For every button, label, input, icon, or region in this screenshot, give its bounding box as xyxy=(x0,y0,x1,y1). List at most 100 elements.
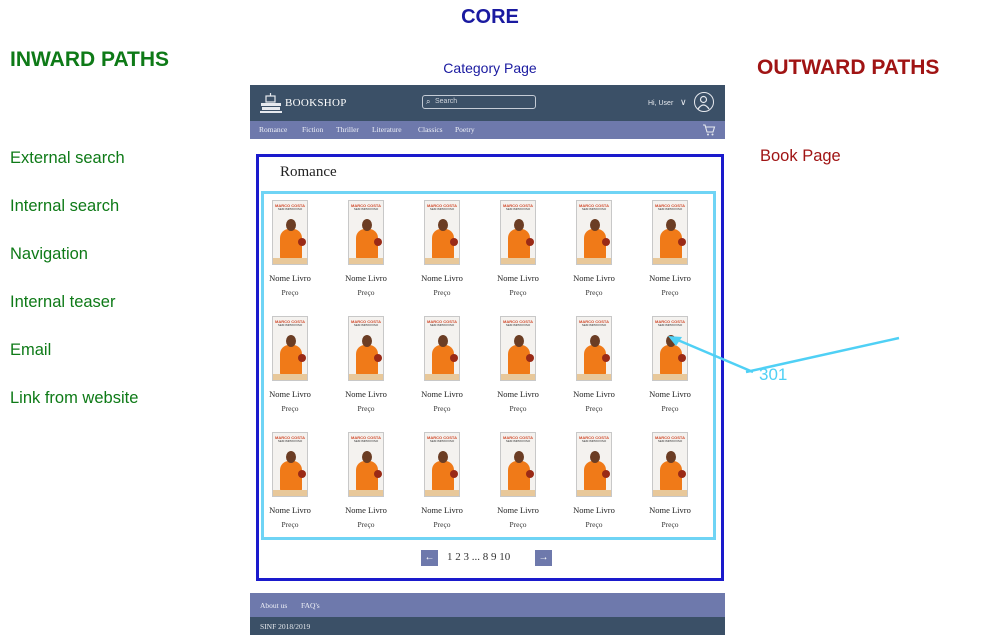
book-cover[interactable]: MARCO COSTA SEM IMPROVISO xyxy=(500,432,536,497)
cover-strip xyxy=(501,490,535,496)
user-avatar-icon[interactable] xyxy=(694,92,714,112)
cover-title: SEM IMPROVISO xyxy=(353,323,379,327)
inward-item-email: Email xyxy=(10,341,52,359)
book-cover[interactable]: MARCO COSTA SEM IMPROVISO xyxy=(272,432,308,497)
book-name[interactable]: Nome Livro xyxy=(336,505,396,515)
book-price: Preço xyxy=(357,288,375,297)
footer-link-faq[interactable]: FAQ's xyxy=(301,601,320,610)
book-cover[interactable]: MARCO COSTA SEM IMPROVISO xyxy=(348,316,384,381)
cover-strip xyxy=(577,258,611,264)
book-cover[interactable]: MARCO COSTA SEM IMPROVISO xyxy=(424,316,460,381)
cover-figure-head xyxy=(666,335,676,347)
book-name[interactable]: Nome Livro xyxy=(260,389,320,399)
pagination-next-button[interactable]: → xyxy=(535,550,552,566)
book-price: Preço xyxy=(509,288,527,297)
book-name[interactable]: Nome Livro xyxy=(640,273,700,283)
cover-figure-head xyxy=(590,451,600,463)
cover-strip xyxy=(425,490,459,496)
book-name[interactable]: Nome Livro xyxy=(336,273,396,283)
cover-badge xyxy=(450,354,458,362)
book-cover[interactable]: MARCO COSTA SEM IMPROVISO xyxy=(652,432,688,497)
search-icon: ⌕ xyxy=(426,97,431,106)
nav-item-literature[interactable]: Literature xyxy=(372,125,402,134)
cover-title: SEM IMPROVISO xyxy=(353,439,379,443)
book-price: Preço xyxy=(509,404,527,413)
book-cover[interactable]: MARCO COSTA SEM IMPROVISO xyxy=(652,200,688,265)
inward-item-internal-search: Internal search xyxy=(10,197,120,215)
cover-strip xyxy=(425,258,459,264)
cover-figure-head xyxy=(438,219,448,231)
book-price: Preço xyxy=(433,520,451,529)
book-cover[interactable]: MARCO COSTA SEM IMPROVISO xyxy=(576,432,612,497)
page-title: Romance xyxy=(280,164,337,180)
book-cover[interactable]: MARCO COSTA SEM IMPROVISO xyxy=(424,432,460,497)
book-name[interactable]: Nome Livro xyxy=(564,505,624,515)
cover-title: SEM IMPROVISO xyxy=(657,439,683,443)
cover-strip xyxy=(501,258,535,264)
bookshop-logo-icon xyxy=(260,93,282,113)
user-greeting[interactable]: Hi, User xyxy=(648,100,673,107)
book-name[interactable]: Nome Livro xyxy=(640,389,700,399)
footer-link-about[interactable]: About us xyxy=(260,601,287,610)
cover-title: SEM IMPROVISO xyxy=(429,439,455,443)
book-name[interactable]: Nome Livro xyxy=(336,389,396,399)
book-cover[interactable]: MARCO COSTA SEM IMPROVISO xyxy=(348,432,384,497)
book-name[interactable]: Nome Livro xyxy=(488,273,548,283)
book-cover[interactable]: MARCO COSTA SEM IMPROVISO xyxy=(272,316,308,381)
book-cover[interactable]: MARCO COSTA SEM IMPROVISO xyxy=(500,200,536,265)
book-cover[interactable]: MARCO COSTA SEM IMPROVISO xyxy=(576,200,612,265)
book-price: Preço xyxy=(585,288,603,297)
book-name[interactable]: Nome Livro xyxy=(412,273,472,283)
cover-title: SEM IMPROVISO xyxy=(429,207,455,211)
book-cover[interactable]: MARCO COSTA SEM IMPROVISO xyxy=(348,200,384,265)
inward-item-internal-teaser: Internal teaser xyxy=(10,293,116,311)
book-name[interactable]: Nome Livro xyxy=(412,505,472,515)
book-grid-highlight xyxy=(261,191,716,540)
book-price: Preço xyxy=(509,520,527,529)
cover-badge xyxy=(374,238,382,246)
book-cover[interactable]: MARCO COSTA SEM IMPROVISO xyxy=(500,316,536,381)
book-price: Preço xyxy=(281,288,299,297)
cover-figure-head xyxy=(362,451,372,463)
pagination-prev-button[interactable]: ← xyxy=(421,550,438,566)
cover-badge xyxy=(298,238,306,246)
cover-badge xyxy=(450,470,458,478)
book-price: Preço xyxy=(433,404,451,413)
book-name[interactable]: Nome Livro xyxy=(488,505,548,515)
book-name[interactable]: Nome Livro xyxy=(260,505,320,515)
cover-strip xyxy=(577,490,611,496)
book-price: Preço xyxy=(281,404,299,413)
book-name[interactable]: Nome Livro xyxy=(564,389,624,399)
cover-badge xyxy=(374,470,382,478)
chevron-down-icon[interactable]: ∨ xyxy=(680,97,687,108)
book-cover[interactable]: MARCO COSTA SEM IMPROVISO xyxy=(424,200,460,265)
book-name[interactable]: Nome Livro xyxy=(488,389,548,399)
book-price: Preço xyxy=(433,288,451,297)
search-input[interactable]: ⌕ Search xyxy=(422,95,536,109)
cover-figure-head xyxy=(438,335,448,347)
nav-item-romance[interactable]: Romance xyxy=(259,125,287,134)
pagination-numbers[interactable]: 1 2 3 ... 8 9 10 xyxy=(447,551,510,563)
cover-figure-head xyxy=(514,335,524,347)
book-price: Preço xyxy=(585,520,603,529)
cover-figure-head xyxy=(362,335,372,347)
book-cover[interactable]: MARCO COSTA SEM IMPROVISO xyxy=(652,316,688,381)
book-name[interactable]: Nome Livro xyxy=(640,505,700,515)
cover-badge xyxy=(450,238,458,246)
nav-item-poetry[interactable]: Poetry xyxy=(455,125,475,134)
book-cover[interactable]: MARCO COSTA SEM IMPROVISO xyxy=(576,316,612,381)
nav-item-classics[interactable]: Classics xyxy=(418,125,443,134)
cover-badge xyxy=(602,354,610,362)
bookshop-logo-text[interactable]: BOOKSHOP xyxy=(285,97,347,109)
cover-figure-head xyxy=(590,219,600,231)
cover-title: SEM IMPROVISO xyxy=(277,323,303,327)
book-name[interactable]: Nome Livro xyxy=(564,273,624,283)
book-name[interactable]: Nome Livro xyxy=(412,389,472,399)
cart-icon[interactable] xyxy=(702,123,716,137)
nav-item-thriller[interactable]: Thriller xyxy=(336,125,359,134)
book-name[interactable]: Nome Livro xyxy=(260,273,320,283)
nav-item-fiction[interactable]: Fiction xyxy=(302,125,323,134)
category-page-mockup: BOOKSHOP ⌕ Search Hi, User ∨ Romance Fic… xyxy=(250,85,725,635)
book-cover[interactable]: MARCO COSTA SEM IMPROVISO xyxy=(272,200,308,265)
outward-paths-title: OUTWARD PATHS xyxy=(757,56,940,79)
